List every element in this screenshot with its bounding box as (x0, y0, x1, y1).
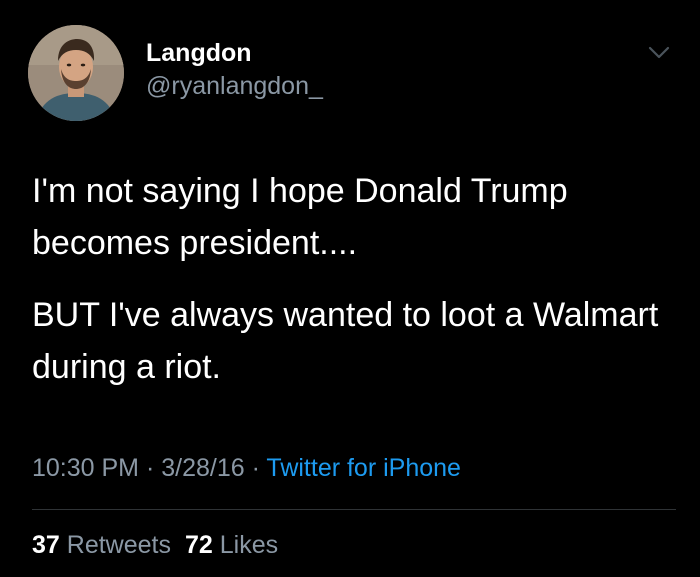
retweets-count: 37 (32, 531, 60, 559)
likes-count: 72 (184, 531, 213, 559)
author-display-name[interactable]: Langdon (146, 38, 323, 68)
retweets-label: Retweets (66, 531, 171, 559)
tweet-time[interactable]: 10:30 PM (32, 454, 139, 482)
tweet-date[interactable]: 3/28/16 (161, 454, 244, 482)
likes-stat[interactable]: 72 Likes (185, 531, 278, 559)
tweet-stats: 37 Retweets 72 Likes (32, 529, 278, 561)
tweet-text: I'm not saying I hope Donald Trump becom… (32, 165, 672, 393)
meta-separator: · (244, 454, 267, 482)
tweet-text-paragraph: BUT I've always wanted to loot a Walmart… (32, 296, 659, 386)
tweet-card: Langdon @ryanlangdon_ I'm not saying I h… (0, 0, 700, 577)
author-block: Langdon @ryanlangdon_ (146, 38, 323, 102)
divider (32, 509, 676, 510)
likes-label: Likes (219, 531, 279, 559)
tweet-text-paragraph: I'm not saying I hope Donald Trump becom… (32, 172, 568, 262)
chevron-down-icon[interactable] (648, 46, 670, 60)
tweet-source-link[interactable]: Twitter for iPhone (266, 454, 461, 482)
avatar-image (28, 25, 124, 121)
avatar[interactable] (28, 25, 124, 121)
meta-separator: · (139, 454, 162, 482)
retweets-stat[interactable]: 37 Retweets (32, 531, 171, 559)
author-handle[interactable]: @ryanlangdon_ (146, 70, 323, 102)
tweet-meta: 10:30 PM · 3/28/16 · Twitter for iPhone (32, 452, 461, 484)
